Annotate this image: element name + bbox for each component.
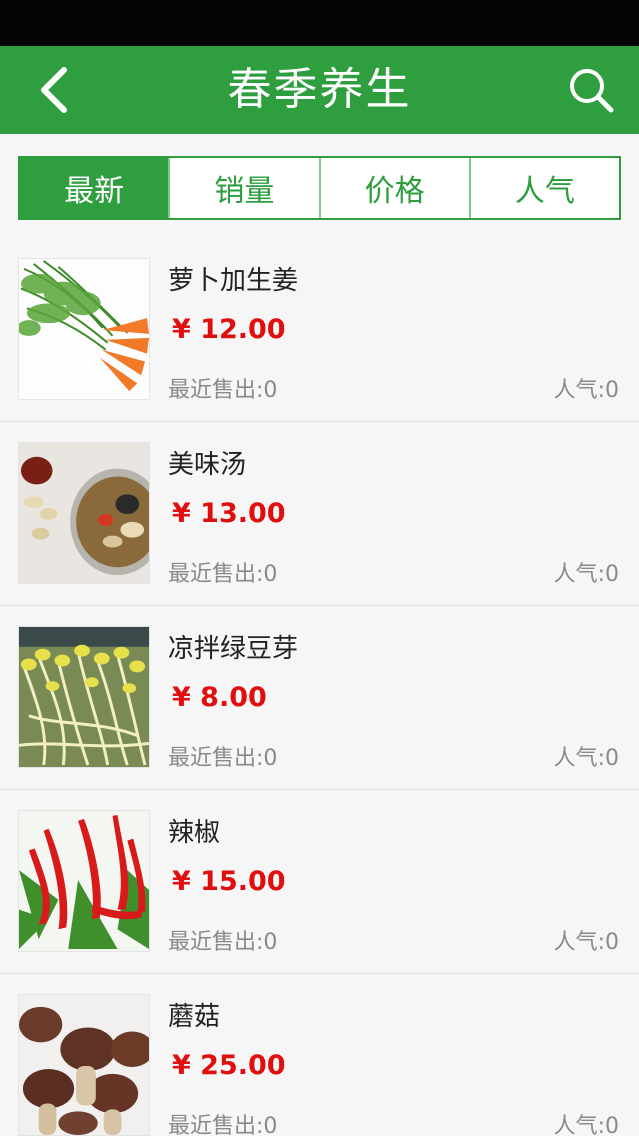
product-price: ¥ 12.00: [172, 314, 286, 345]
product-price: ¥ 8.00: [172, 682, 267, 713]
popularity: 人气:0: [553, 930, 619, 955]
page-title: 春季养生: [227, 64, 412, 115]
product-price: ¥ 15.00: [172, 866, 286, 897]
popularity: 人气:0: [553, 746, 619, 771]
product-list: 萝卜加生姜 ¥ 12.00 最近售出:0 人气:0 美味汤 ¥ 13.00 最近…: [0, 238, 639, 1136]
product-price: ¥ 25.00: [172, 1050, 286, 1081]
mushroom-image: [18, 994, 150, 1136]
tab-sales[interactable]: 销量: [170, 158, 321, 218]
product-name: 美味汤: [168, 450, 247, 480]
app-bar: 春季养生: [0, 46, 639, 134]
product-name: 萝卜加生姜: [168, 266, 299, 296]
product-name: 辣椒: [168, 818, 221, 848]
status-bar: [0, 0, 639, 46]
soup-image: [18, 442, 150, 584]
chili-pepper-image: [18, 810, 150, 952]
list-item[interactable]: 辣椒 ¥ 15.00 最近售出:0 人气:0: [0, 790, 639, 974]
bean-sprouts-image: [18, 626, 150, 768]
tab-price[interactable]: 价格: [321, 158, 471, 218]
list-item[interactable]: 蘑菇 ¥ 25.00 最近售出:0 人气:0: [0, 974, 639, 1136]
list-item[interactable]: 美味汤 ¥ 13.00 最近售出:0 人气:0: [0, 422, 639, 606]
carrot-image: [18, 258, 150, 400]
sort-tabs: 最新 销量 价格 人气: [18, 156, 621, 220]
recent-sales: 最近售出:0: [168, 562, 278, 587]
product-name: 凉拌绿豆芽: [168, 634, 299, 664]
list-item[interactable]: 凉拌绿豆芽 ¥ 8.00 最近售出:0 人气:0: [0, 606, 639, 790]
recent-sales: 最近售出:0: [168, 930, 278, 955]
product-name: 蘑菇: [168, 1002, 221, 1032]
recent-sales: 最近售出:0: [168, 378, 278, 403]
tab-newest[interactable]: 最新: [20, 158, 171, 218]
tab-popularity[interactable]: 人气: [471, 158, 619, 218]
search-icon: [570, 69, 614, 113]
search-button[interactable]: [561, 60, 621, 120]
product-price: ¥ 13.00: [172, 498, 286, 529]
popularity: 人气:0: [553, 1114, 619, 1136]
recent-sales: 最近售出:0: [168, 1114, 278, 1136]
popularity: 人气:0: [553, 562, 619, 587]
recent-sales: 最近售出:0: [168, 746, 278, 771]
popularity: 人气:0: [553, 378, 619, 403]
list-item[interactable]: 萝卜加生姜 ¥ 12.00 最近售出:0 人气:0: [0, 238, 639, 422]
